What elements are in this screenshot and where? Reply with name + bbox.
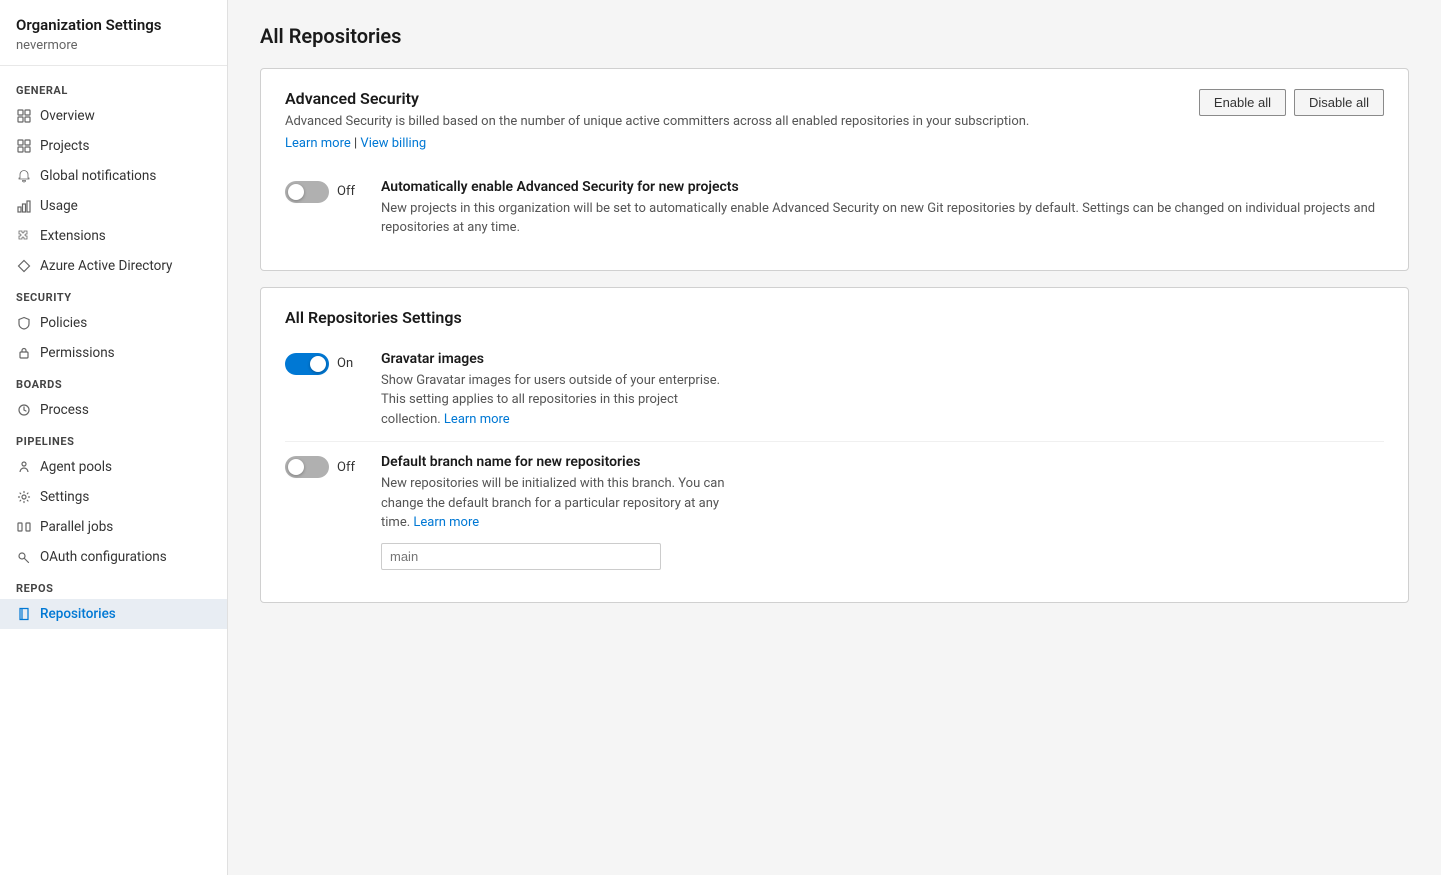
sidebar-item-overview[interactable]: Overview — [0, 101, 227, 131]
bell-icon — [16, 168, 32, 184]
default-branch-toggle-area: Off — [285, 454, 365, 478]
default-branch-title: Default branch name for new repositories — [381, 454, 1384, 470]
disable-all-button[interactable]: Disable all — [1294, 89, 1384, 116]
sidebar-label-permissions: Permissions — [40, 345, 115, 361]
enable-all-button[interactable]: Enable all — [1199, 89, 1286, 116]
sidebar-label-extensions: Extensions — [40, 228, 106, 244]
advanced-security-info: Advanced Security Advanced Security is b… — [285, 89, 1029, 167]
sidebar-label-agent-pools: Agent pools — [40, 459, 112, 475]
auto-enable-toggle-area: Off — [285, 179, 365, 203]
page-title: All Repositories — [260, 24, 1409, 48]
main-content: All Repositories Advanced Security Advan… — [228, 0, 1441, 875]
sidebar-item-settings[interactable]: Settings — [0, 482, 227, 512]
advanced-security-actions: Enable all Disable all — [1199, 89, 1384, 116]
all-repos-settings-card: All Repositories Settings On Gravatar im… — [260, 287, 1409, 603]
default-branch-toggle[interactable] — [285, 456, 329, 478]
auto-enable-toggle[interactable] — [285, 181, 329, 203]
sidebar-item-repositories[interactable]: Repositories — [0, 599, 227, 629]
repo-icon — [16, 606, 32, 622]
gravatar-title: Gravatar images — [381, 351, 1384, 367]
lock-icon — [16, 345, 32, 361]
sidebar-header: Organization Settings nevermore — [0, 0, 227, 66]
process-icon — [16, 402, 32, 418]
section-label-security: Security — [0, 281, 227, 308]
gravatar-desc-line2: This setting applies to all repositories… — [381, 392, 678, 407]
gravatar-desc-line1: Show Gravatar images for users outside o… — [381, 373, 720, 388]
gravatar-toggle-area: On — [285, 351, 365, 375]
gravatar-desc-line3: collection. — [381, 412, 441, 427]
advanced-security-card: Advanced Security Advanced Security is b… — [260, 68, 1409, 271]
sidebar-item-global-notifications[interactable]: Global notifications — [0, 161, 227, 191]
section-label-boards: Boards — [0, 368, 227, 395]
default-branch-learn-more-link[interactable]: Learn more — [413, 515, 479, 530]
sidebar-label-notifications: Global notifications — [40, 168, 156, 184]
gravatar-learn-more-link[interactable]: Learn more — [444, 412, 510, 427]
sidebar-item-policies[interactable]: Policies — [0, 308, 227, 338]
view-billing-link[interactable]: View billing — [360, 136, 426, 151]
org-settings-title: Organization Settings — [16, 16, 211, 36]
sidebar: Organization Settings nevermore General … — [0, 0, 228, 875]
sidebar-item-extensions[interactable]: Extensions — [0, 221, 227, 251]
sidebar-label-oauth: OAuth configurations — [40, 549, 167, 565]
diamond-icon — [16, 258, 32, 274]
gear-icon — [16, 489, 32, 505]
shield-icon — [16, 315, 32, 331]
sidebar-item-permissions[interactable]: Permissions — [0, 338, 227, 368]
section-label-pipelines: Pipelines — [0, 425, 227, 452]
sidebar-label-repositories: Repositories — [40, 606, 116, 622]
gravatar-setting: On Gravatar images Show Gravatar images … — [285, 339, 1384, 442]
org-name: nevermore — [16, 38, 211, 53]
usage-icon — [16, 198, 32, 214]
agent-icon — [16, 459, 32, 475]
parallel-icon — [16, 519, 32, 535]
sidebar-label-parallel-jobs: Parallel jobs — [40, 519, 113, 535]
gravatar-content: Gravatar images Show Gravatar images for… — [381, 351, 1384, 430]
default-branch-content: Default branch name for new repositories… — [381, 454, 1384, 570]
gravatar-toggle[interactable] — [285, 353, 329, 375]
grid-icon — [16, 108, 32, 124]
sidebar-item-agent-pools[interactable]: Agent pools — [0, 452, 227, 482]
sidebar-label-process: Process — [40, 402, 89, 418]
sidebar-item-usage[interactable]: Usage — [0, 191, 227, 221]
sidebar-item-process[interactable]: Process — [0, 395, 227, 425]
sidebar-label-policies: Policies — [40, 315, 87, 331]
section-label-repos: Repos — [0, 572, 227, 599]
sidebar-item-oauth[interactable]: OAuth configurations — [0, 542, 227, 572]
sidebar-item-parallel-jobs[interactable]: Parallel jobs — [0, 512, 227, 542]
sidebar-label-usage: Usage — [40, 198, 78, 214]
sidebar-label-projects: Projects — [40, 138, 90, 154]
sidebar-label-overview: Overview — [40, 108, 95, 124]
default-branch-input[interactable] — [381, 543, 661, 570]
projects-icon — [16, 138, 32, 154]
section-label-general: General — [0, 74, 227, 101]
advanced-security-title: Advanced Security — [285, 89, 1029, 108]
default-branch-desc-line2: change the default branch for a particul… — [381, 496, 719, 511]
advanced-security-links: Learn more | View billing — [285, 136, 1029, 151]
default-branch-toggle-label: Off — [337, 460, 355, 475]
sidebar-label-settings: Settings — [40, 489, 89, 505]
auto-enable-toggle-label: Off — [337, 184, 355, 199]
default-branch-desc: New repositories will be initialized wit… — [381, 474, 1384, 533]
gravatar-toggle-label: On — [337, 356, 353, 371]
default-branch-desc-line1: New repositories will be initialized wit… — [381, 476, 725, 491]
all-repos-settings-title: All Repositories Settings — [285, 308, 1384, 327]
sidebar-item-projects[interactable]: Projects — [0, 131, 227, 161]
auto-enable-setting: Off Automatically enable Advanced Securi… — [285, 167, 1384, 250]
key-icon — [16, 549, 32, 565]
advanced-security-description: Advanced Security is billed based on the… — [285, 112, 1029, 132]
sidebar-label-azure-ad: Azure Active Directory — [40, 258, 172, 274]
default-branch-setting: Off Default branch name for new reposito… — [285, 441, 1384, 582]
auto-enable-desc: New projects in this organization will b… — [381, 199, 1384, 238]
auto-enable-title: Automatically enable Advanced Security f… — [381, 179, 1384, 195]
puzzle-icon — [16, 228, 32, 244]
default-branch-desc-line3: time. — [381, 515, 410, 530]
auto-enable-content: Automatically enable Advanced Security f… — [381, 179, 1384, 238]
advanced-security-header: Advanced Security Advanced Security is b… — [285, 89, 1384, 167]
learn-more-link[interactable]: Learn more — [285, 136, 351, 151]
gravatar-desc: Show Gravatar images for users outside o… — [381, 371, 1384, 430]
sidebar-item-azure-ad[interactable]: Azure Active Directory — [0, 251, 227, 281]
